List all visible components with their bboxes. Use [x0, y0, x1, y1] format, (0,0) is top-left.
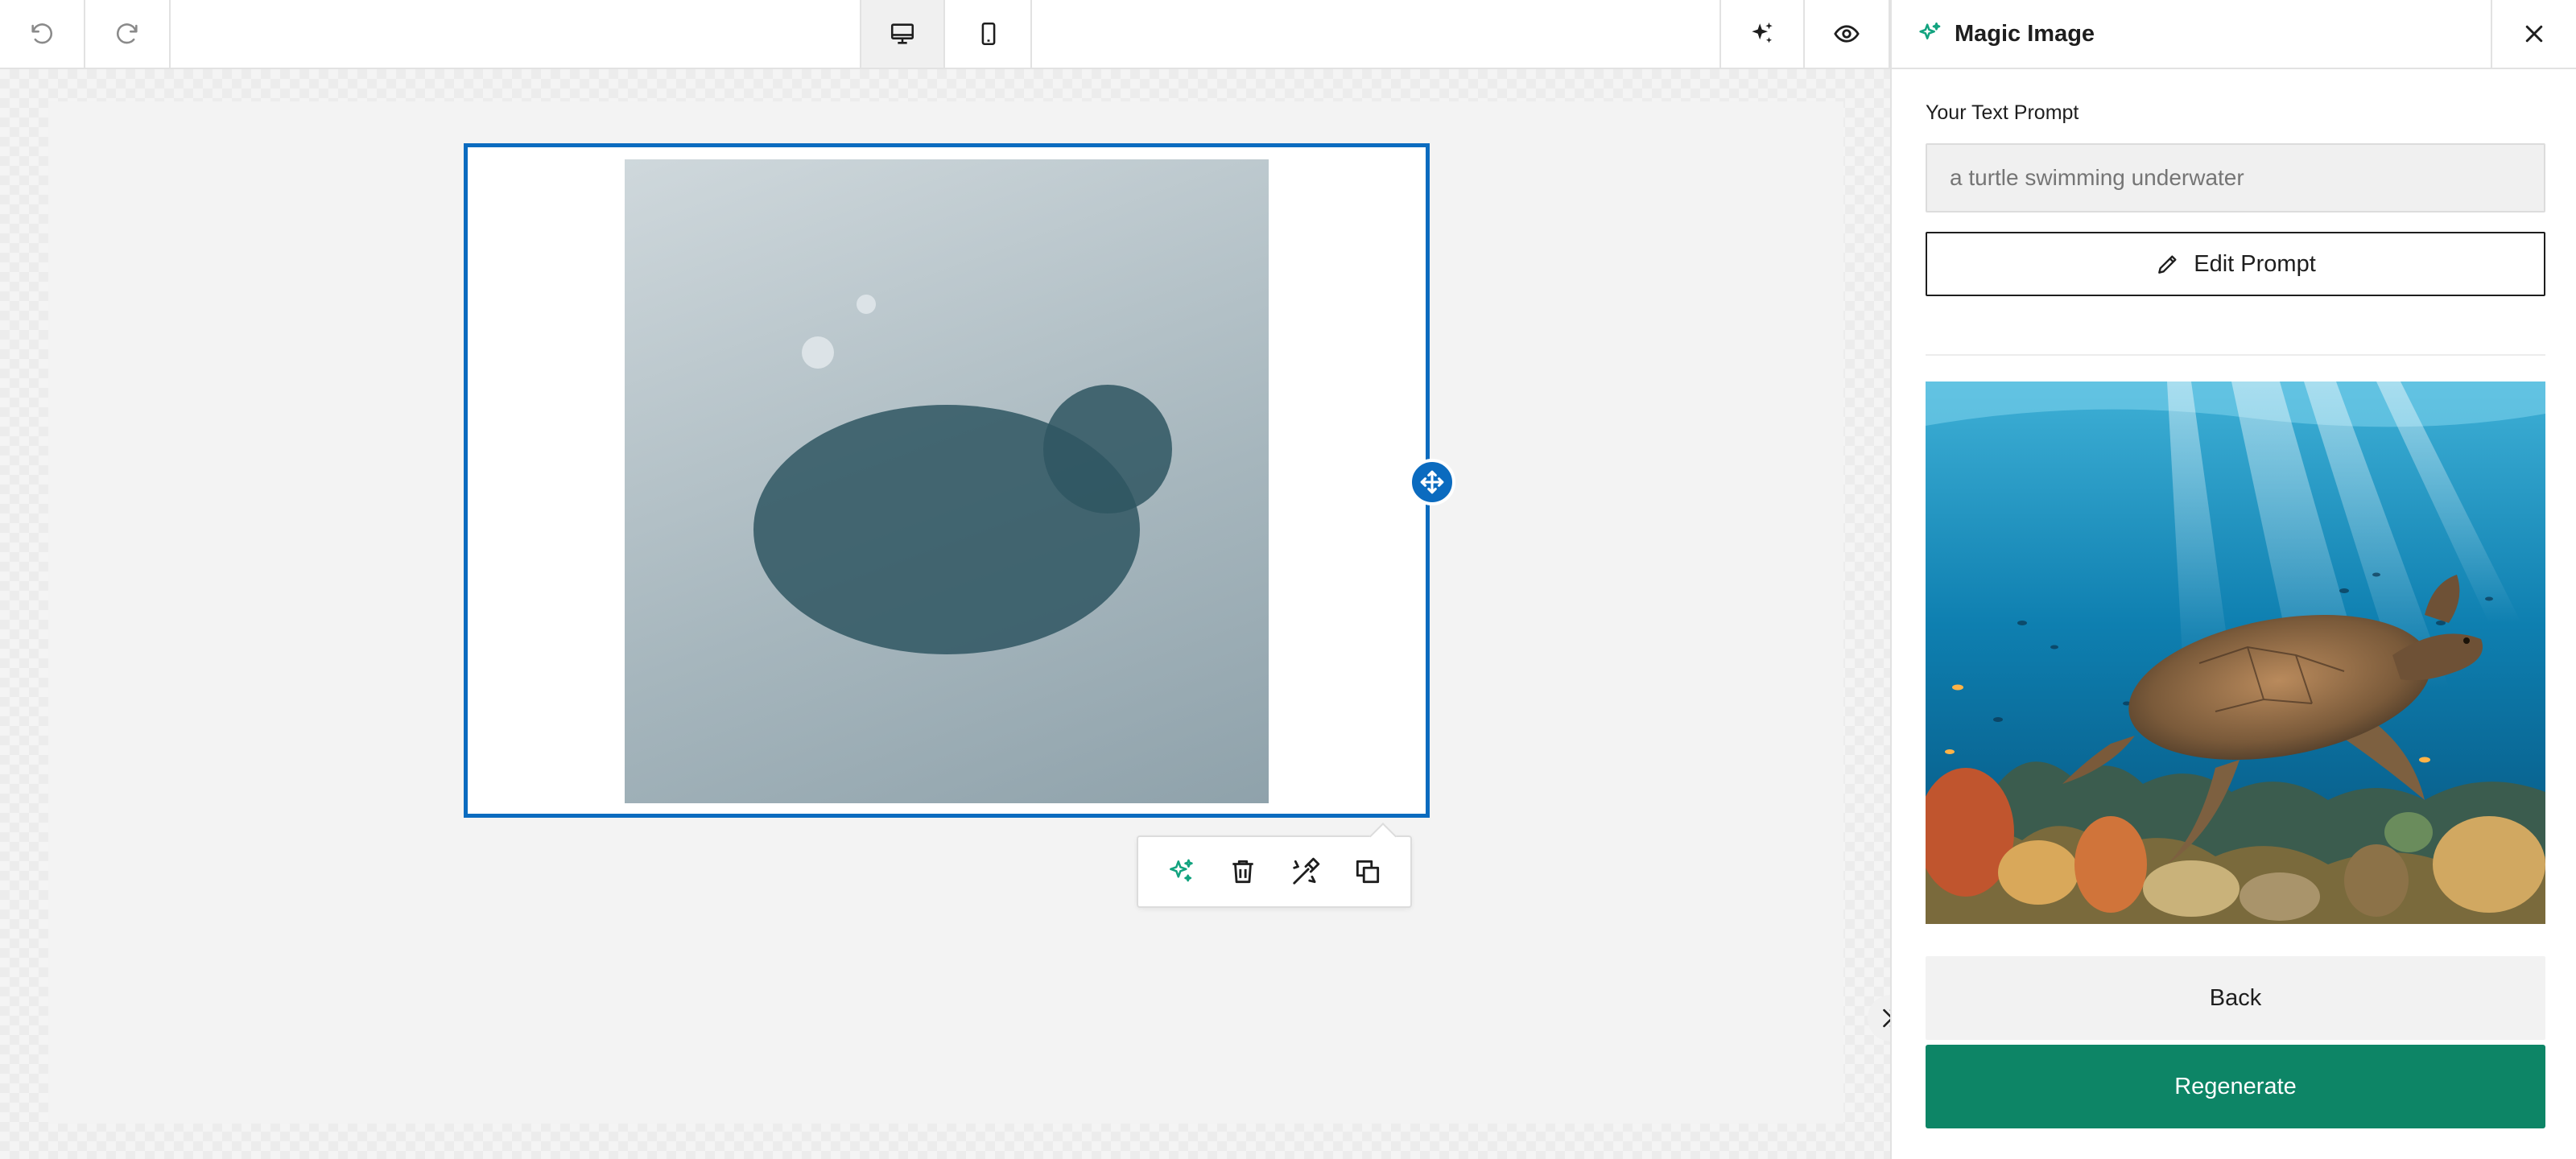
edit-prompt-button[interactable]: Edit Prompt — [1926, 232, 2545, 296]
move-icon — [1420, 470, 1444, 494]
back-button-label: Back — [2209, 984, 2262, 1011]
edit-prompt-label: Edit Prompt — [2194, 250, 2316, 277]
sparkles-icon — [1169, 859, 1193, 882]
sparkles-icon — [1919, 22, 1941, 39]
eye-icon — [1834, 25, 1860, 43]
block-toolbar — [1137, 835, 1412, 908]
mobile-view-button[interactable] — [947, 0, 1032, 68]
undo-button[interactable] — [0, 0, 85, 68]
close-panel-button[interactable] — [2491, 0, 2576, 68]
redo-button[interactable] — [85, 0, 171, 68]
sparkles-icon — [1752, 22, 1773, 43]
placeholder-image[interactable] — [625, 159, 1269, 803]
panel-header: Magic Image — [1892, 0, 2576, 69]
ai-assistant-button[interactable] — [1719, 0, 1805, 68]
redo-icon — [116, 23, 138, 44]
regenerate-button-label: Regenerate — [2174, 1073, 2297, 1099]
divider — [1926, 354, 2545, 356]
move-handle[interactable] — [1409, 459, 1455, 505]
trash-icon — [1232, 860, 1253, 884]
delete-button[interactable] — [1217, 846, 1269, 897]
desktop-view-button[interactable] — [860, 0, 945, 68]
undo-icon — [31, 23, 53, 44]
magic-image-panel: Magic Image Your Text Prompt Edit Prompt — [1890, 0, 2576, 1159]
regenerate-button[interactable]: Regenerate — [1926, 1045, 2545, 1128]
magic-ai-button[interactable] — [1155, 846, 1207, 897]
desktop-icon — [890, 23, 914, 44]
pencil-icon — [2158, 255, 2177, 274]
mobile-icon — [981, 22, 996, 46]
duplicate-icon — [1356, 860, 1380, 884]
back-button[interactable]: Back — [1926, 956, 2545, 1040]
generated-image-preview[interactable] — [1926, 382, 2545, 924]
duplicate-button[interactable] — [1342, 846, 1393, 897]
edit-image-icon — [1293, 857, 1320, 885]
prompt-input[interactable] — [1926, 143, 2545, 212]
prompt-label: Your Text Prompt — [1926, 101, 2079, 124]
editor-toolbar — [0, 0, 1890, 69]
close-icon — [2525, 25, 2543, 43]
edit-image-button[interactable] — [1280, 846, 1331, 897]
preview-button[interactable] — [1805, 0, 1890, 68]
panel-title: Magic Image — [1955, 20, 2095, 47]
